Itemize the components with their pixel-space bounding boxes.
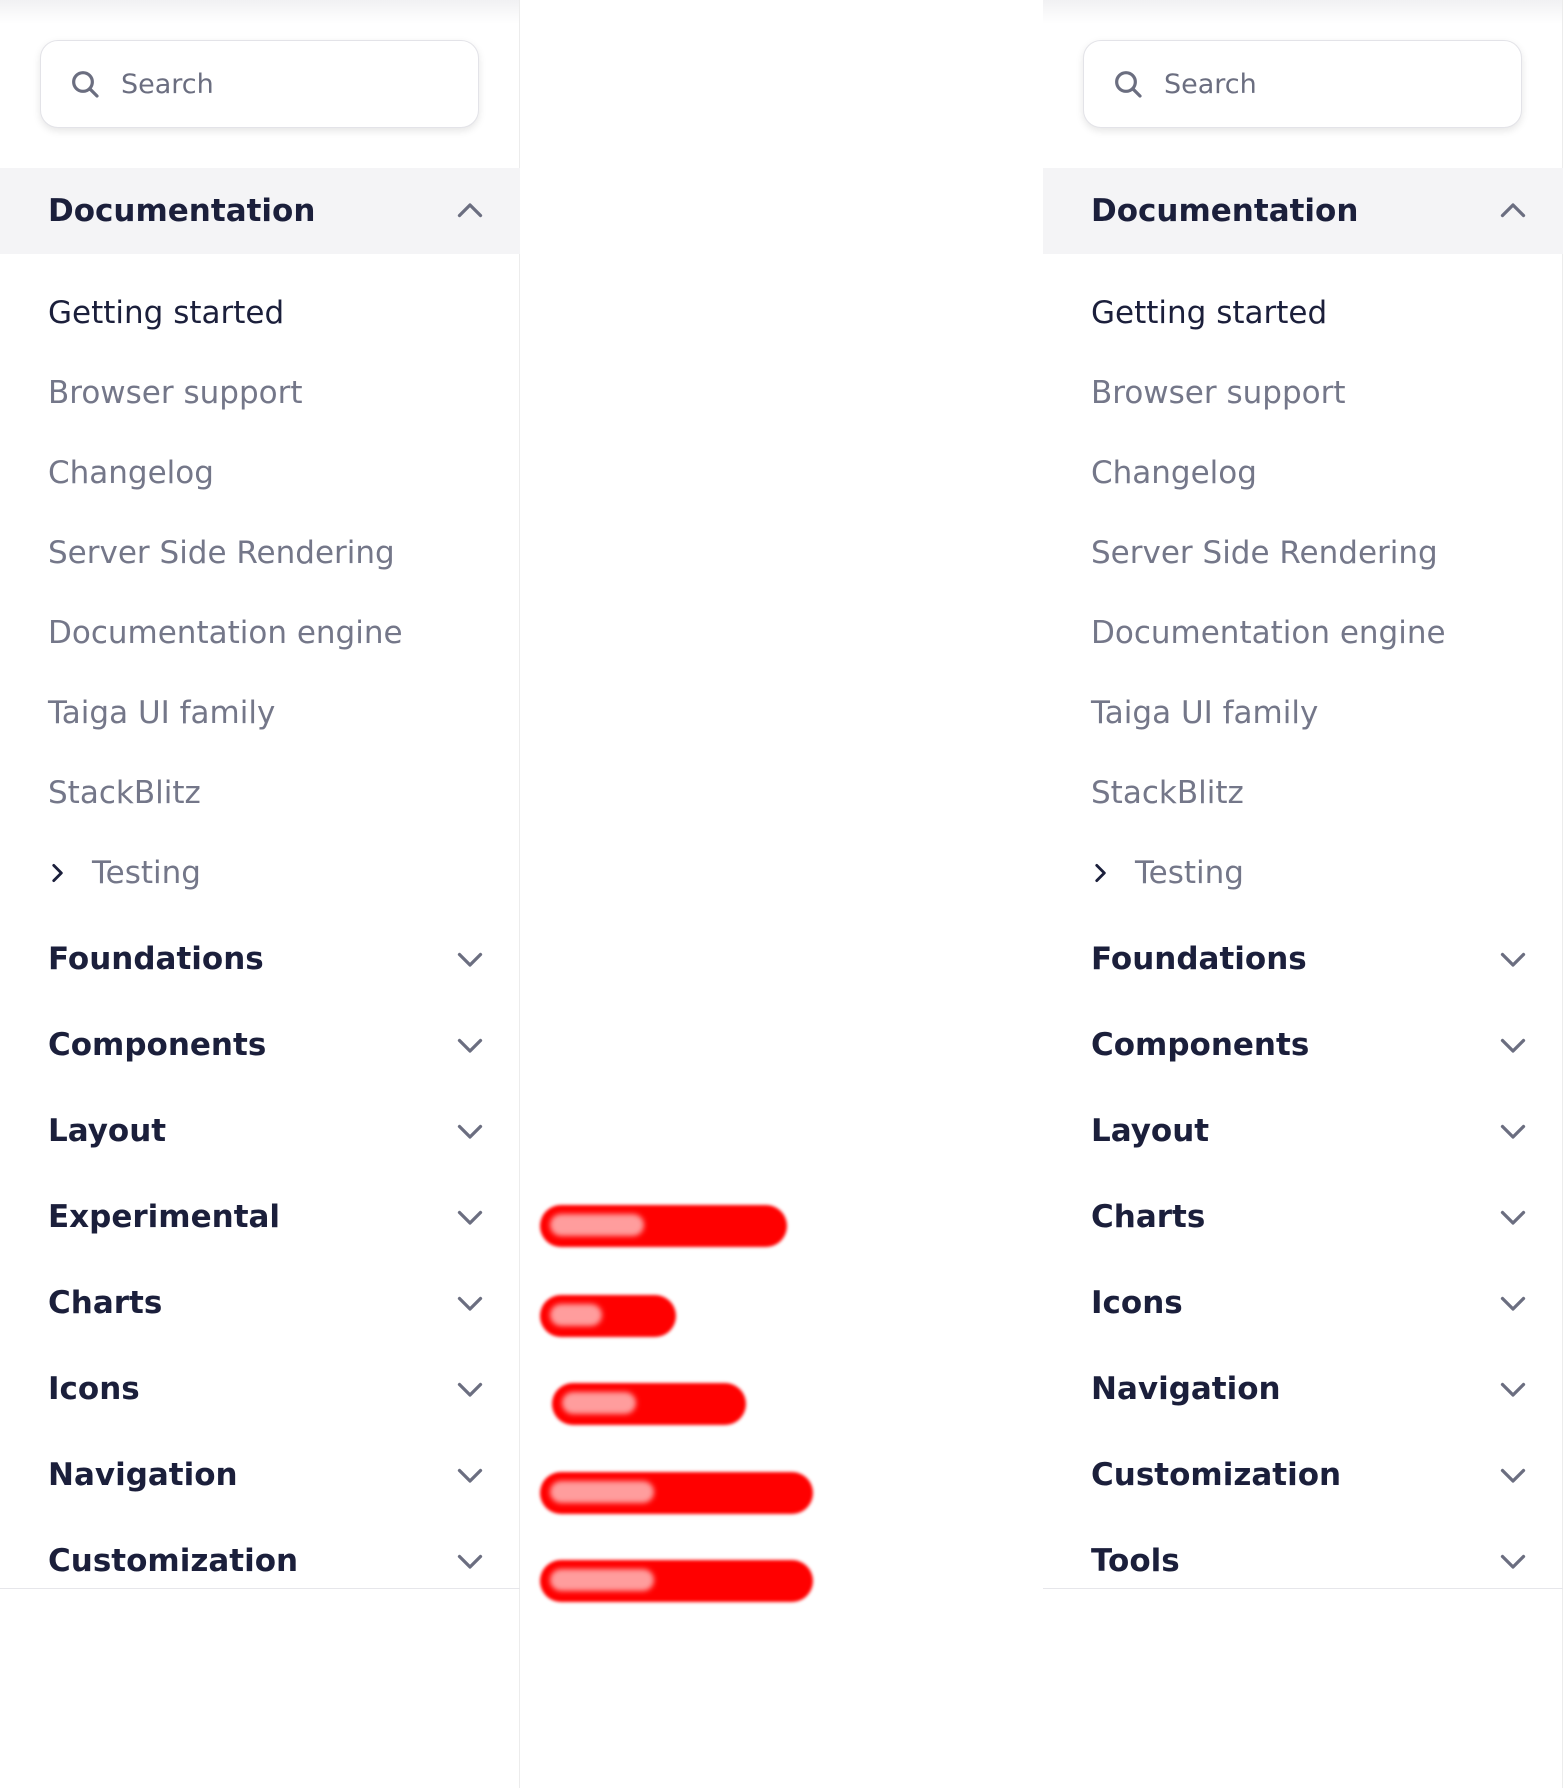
category-customization[interactable]: Customization — [1043, 1444, 1563, 1506]
category-label: Icons — [48, 1371, 140, 1407]
redacted-diff-mark — [540, 1205, 787, 1247]
chevron-down-icon — [1500, 1468, 1526, 1483]
category-label: Icons — [1091, 1285, 1183, 1321]
category-label: Components — [1091, 1027, 1310, 1063]
search-input[interactable]: Search — [1083, 40, 1522, 128]
chevron-down-icon — [1500, 1296, 1526, 1311]
category-label: Charts — [48, 1285, 163, 1321]
nav-item-taiga-family[interactable]: Taiga UI family — [1091, 688, 1318, 738]
nav-item-label: Testing — [1135, 855, 1244, 891]
section-documentation[interactable]: Documentation — [0, 168, 520, 254]
nav-item-changelog[interactable]: Changelog — [48, 448, 214, 498]
chevron-down-icon — [457, 1210, 483, 1225]
nav-item-changelog[interactable]: Changelog — [1091, 448, 1257, 498]
category-layout[interactable]: Layout — [0, 1100, 520, 1162]
top-shadow — [0, 0, 519, 24]
category-label: Navigation — [1091, 1371, 1281, 1407]
nav-item-documentation-engine[interactable]: Documentation engine — [48, 608, 403, 658]
divider — [0, 1588, 520, 1589]
category-label: Foundations — [48, 941, 264, 977]
redacted-diff-mark — [540, 1472, 813, 1514]
category-charts[interactable]: Charts — [0, 1272, 520, 1334]
top-shadow — [1043, 0, 1562, 24]
chevron-down-icon — [457, 1468, 483, 1483]
category-charts[interactable]: Charts — [1043, 1186, 1563, 1248]
nav-item-ssr[interactable]: Server Side Rendering — [1091, 528, 1438, 578]
category-foundations[interactable]: Foundations — [1043, 928, 1563, 990]
category-experimental[interactable]: Experimental — [0, 1186, 520, 1248]
nav-item-getting-started[interactable]: Getting started — [48, 288, 284, 338]
chevron-down-icon — [457, 1296, 483, 1311]
category-label: Components — [48, 1027, 267, 1063]
category-label: Navigation — [48, 1457, 238, 1493]
nav-item-browser-support[interactable]: Browser support — [1091, 368, 1346, 418]
category-icons[interactable]: Icons — [1043, 1272, 1563, 1334]
nav-item-ssr[interactable]: Server Side Rendering — [48, 528, 395, 578]
chevron-down-icon — [1500, 1554, 1526, 1569]
category-label: Layout — [1091, 1113, 1210, 1149]
category-navigation[interactable]: Navigation — [1043, 1358, 1563, 1420]
chevron-down-icon — [1500, 1210, 1526, 1225]
category-components[interactable]: Components — [0, 1014, 520, 1076]
category-foundations[interactable]: Foundations — [0, 928, 520, 990]
chevron-right-icon — [52, 864, 63, 882]
comparison-view: Search Documentation Getting started Bro… — [0, 0, 1566, 1788]
chevron-down-icon — [457, 952, 483, 967]
category-label: Experimental — [48, 1199, 281, 1235]
chevron-down-icon — [1500, 1124, 1526, 1139]
redacted-diff-mark — [540, 1560, 813, 1602]
category-icons[interactable]: Icons — [0, 1358, 520, 1420]
chevron-down-icon — [457, 1382, 483, 1397]
section-documentation[interactable]: Documentation — [1043, 168, 1563, 254]
chevron-up-icon — [1500, 203, 1526, 218]
nav-item-label: Testing — [92, 855, 201, 891]
nav-item-documentation-engine[interactable]: Documentation engine — [1091, 608, 1446, 658]
category-label: Layout — [48, 1113, 167, 1149]
chevron-down-icon — [1500, 1038, 1526, 1053]
nav-item-testing[interactable]: Testing — [1087, 848, 1244, 898]
category-label: Charts — [1091, 1199, 1206, 1235]
search-input[interactable]: Search — [40, 40, 479, 128]
category-layout[interactable]: Layout — [1043, 1100, 1563, 1162]
chevron-down-icon — [457, 1038, 483, 1053]
section-label: Documentation — [1091, 193, 1359, 229]
search-placeholder: Search — [1164, 68, 1257, 100]
chevron-up-icon — [457, 203, 483, 218]
chevron-down-icon — [1500, 952, 1526, 967]
chevron-right-icon — [1095, 864, 1106, 882]
chevron-down-icon — [457, 1124, 483, 1139]
nav-item-taiga-family[interactable]: Taiga UI family — [48, 688, 275, 738]
redacted-diff-mark — [552, 1383, 746, 1425]
nav-item-testing[interactable]: Testing — [44, 848, 201, 898]
sidebar-right: Search Documentation Getting started Bro… — [1043, 0, 1563, 1788]
divider — [1043, 1588, 1563, 1589]
category-label: Customization — [1091, 1457, 1342, 1493]
redacted-diff-mark — [540, 1295, 676, 1337]
search-icon — [72, 71, 99, 98]
category-label: Tools — [1091, 1543, 1180, 1579]
category-label: Foundations — [1091, 941, 1307, 977]
category-tools[interactable]: Tools — [1043, 1530, 1563, 1592]
category-components[interactable]: Components — [1043, 1014, 1563, 1076]
search-placeholder: Search — [121, 68, 214, 100]
chevron-down-icon — [457, 1554, 483, 1569]
chevron-down-icon — [1500, 1382, 1526, 1397]
category-navigation[interactable]: Navigation — [0, 1444, 520, 1506]
nav-item-browser-support[interactable]: Browser support — [48, 368, 303, 418]
category-customization[interactable]: Customization — [0, 1530, 520, 1592]
search-icon — [1115, 71, 1142, 98]
category-label: Customization — [48, 1543, 299, 1579]
nav-item-getting-started[interactable]: Getting started — [1091, 288, 1327, 338]
sidebar-left: Search Documentation Getting started Bro… — [0, 0, 520, 1788]
nav-item-stackblitz[interactable]: StackBlitz — [48, 768, 201, 818]
section-label: Documentation — [48, 193, 316, 229]
nav-item-stackblitz[interactable]: StackBlitz — [1091, 768, 1244, 818]
